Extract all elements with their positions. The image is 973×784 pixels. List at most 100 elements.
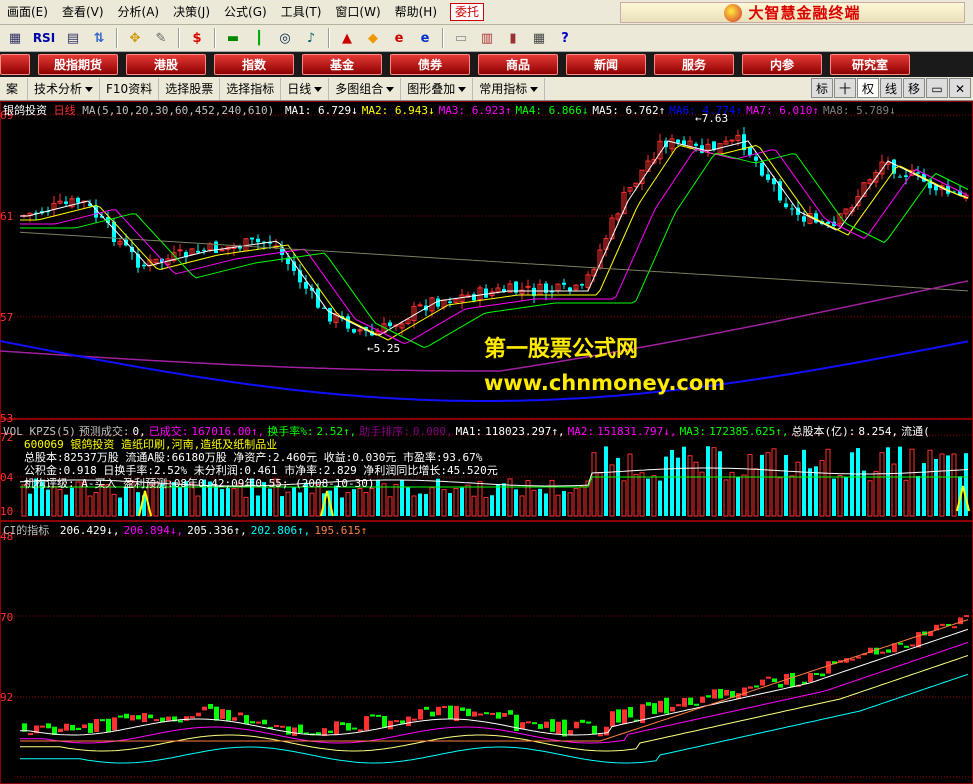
menu-decision[interactable]: 决策(J) <box>166 1 217 23</box>
chevron-down-icon <box>85 86 94 92</box>
volume-bar <box>886 447 890 516</box>
sub-multi-chart[interactable]: 多图组合 <box>329 77 402 100</box>
close-icon[interactable]: ✕ <box>949 78 971 98</box>
ci-bar <box>166 716 171 721</box>
help-icon[interactable]: ? <box>553 27 577 49</box>
crosshair-button[interactable]: 十 <box>834 78 856 98</box>
line-button[interactable]: 线 <box>880 78 902 98</box>
menu-formula[interactable]: 公式(G) <box>217 1 274 23</box>
candle-body <box>177 249 183 252</box>
nav-fund[interactable]: 基金 <box>302 54 382 75</box>
grid-icon[interactable]: ▦ <box>3 27 27 49</box>
volume-bar <box>819 460 825 517</box>
volume-bar <box>946 455 950 516</box>
binoculars-icon[interactable]: ◎ <box>273 27 297 49</box>
bell-icon[interactable]: ♪ <box>299 27 323 49</box>
note-icon[interactable]: ▭ <box>449 27 473 49</box>
arrows-icon[interactable]: ⇅ <box>87 27 111 49</box>
volume-bar <box>441 489 447 517</box>
volume-bar <box>231 488 237 517</box>
ci-bar <box>910 644 915 647</box>
rights-button[interactable]: 权 <box>857 78 879 98</box>
watermark-url: www.chnmoney.com <box>484 371 726 395</box>
ci-bar <box>220 709 225 719</box>
nav-left-stub[interactable] <box>0 54 30 75</box>
ci-bar <box>574 721 579 729</box>
menu-view-screen[interactable]: 画面(E) <box>0 1 55 23</box>
rsi-icon[interactable]: RSI <box>29 27 59 49</box>
volume-bar <box>760 454 764 516</box>
diamond-icon[interactable]: ◆ <box>361 27 385 49</box>
sub-f10[interactable]: F10资料 <box>100 77 160 100</box>
bars-icon[interactable]: ┃ <box>247 27 271 49</box>
volume-bar <box>298 492 302 516</box>
table2-icon[interactable]: ▥ <box>475 27 499 49</box>
ie-icon[interactable]: e <box>387 27 411 49</box>
volume-header-item: 助手排序: <box>359 425 410 438</box>
menu-window[interactable]: 窗口(W) <box>328 1 387 23</box>
chart-area[interactable]: 69 61 57 53 72 04 10 48 70 92 银鸽投资 日线 MA(5,10,20,… <box>0 101 973 784</box>
table-icon[interactable]: ▤ <box>61 27 85 49</box>
move-button[interactable]: 移 <box>903 78 925 98</box>
candle-body <box>388 322 392 327</box>
volume-bar <box>309 492 315 517</box>
ci-bar <box>742 687 747 696</box>
volume-bar <box>519 495 525 517</box>
nav-research[interactable]: 研究室 <box>830 54 910 75</box>
sub-select-indicator[interactable]: 选择指标 <box>220 77 282 100</box>
candle-body <box>196 250 200 253</box>
mark-button[interactable]: 标 <box>811 78 833 98</box>
volume-bar <box>111 493 117 517</box>
menu-help[interactable]: 帮助(H) <box>388 1 444 23</box>
chevron-down-icon <box>530 86 539 92</box>
volume-bar <box>352 489 356 516</box>
ci-bar <box>298 724 303 734</box>
nav-index[interactable]: 指数 <box>214 54 294 75</box>
sub-select-stock[interactable]: 选择股票 <box>159 77 221 100</box>
ie2-icon[interactable]: e <box>413 27 437 49</box>
nav-futures[interactable]: 股指期货 <box>38 54 118 75</box>
sub-left-label[interactable]: 案 <box>0 77 28 100</box>
nav-news[interactable]: 新闻 <box>566 54 646 75</box>
books-icon[interactable]: ▮ <box>501 27 525 49</box>
restore-window-icon[interactable]: ▭ <box>926 78 948 98</box>
volume-bar <box>664 456 668 516</box>
dollar-icon[interactable]: $ <box>185 27 209 49</box>
ci-value: 195.615↑ <box>314 524 368 537</box>
ci-bar <box>622 709 627 725</box>
grid2-icon[interactable]: ▦ <box>527 27 551 49</box>
ci-bar <box>424 706 429 710</box>
move-icon[interactable]: ✥ <box>123 27 147 49</box>
volume-bar <box>531 489 537 517</box>
sub-overlay[interactable]: 图形叠加 <box>401 77 474 100</box>
ma-line <box>20 148 969 345</box>
nav-commodity[interactable]: 商品 <box>478 54 558 75</box>
candle-body <box>754 156 758 161</box>
flag-icon[interactable]: ▬ <box>221 27 245 49</box>
sub-tech-analysis[interactable]: 技术分析 <box>28 77 101 100</box>
menu-tools[interactable]: 工具(T) <box>274 1 329 23</box>
up-icon[interactable]: ▲ <box>335 27 359 49</box>
volume-header-item: 换手率%: <box>267 425 314 438</box>
nav-bond[interactable]: 债券 <box>390 54 470 75</box>
candle-body <box>346 316 350 329</box>
sub-common-indicators[interactable]: 常用指标 <box>473 77 546 100</box>
nav-hk-stocks[interactable]: 港股 <box>126 54 206 75</box>
volume-bar <box>850 452 854 516</box>
toolbar-separator <box>178 28 180 48</box>
menu-analysis[interactable]: 分析(A) <box>111 1 167 23</box>
sub-period[interactable]: 日线 <box>281 77 330 100</box>
ruler-icon[interactable]: ✎ <box>149 27 173 49</box>
ci-value: 202.806↑, <box>250 524 311 537</box>
volume-bar <box>268 488 272 516</box>
menu-view[interactable]: 查看(V) <box>55 1 111 23</box>
ci-bar <box>142 713 147 723</box>
menu-trade[interactable]: 委托 <box>450 3 485 21</box>
ci-bar <box>28 733 33 736</box>
ci-bar <box>808 672 813 683</box>
volume-bar <box>814 466 818 516</box>
sub-common-indicators-label: 常用指标 <box>479 81 528 96</box>
nav-service[interactable]: 服务 <box>654 54 734 75</box>
ci-bar <box>118 715 123 718</box>
nav-insider[interactable]: 内参 <box>742 54 822 75</box>
